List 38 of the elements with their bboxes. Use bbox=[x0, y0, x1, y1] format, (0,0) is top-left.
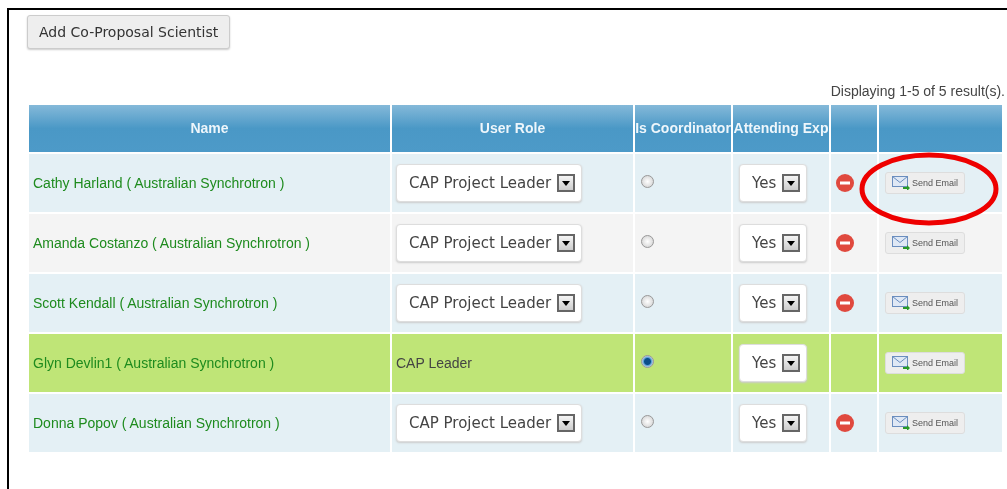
send-email-button[interactable]: Send Email bbox=[885, 352, 966, 374]
role-select[interactable]: CAP Project Leader bbox=[396, 224, 583, 262]
remove-icon[interactable] bbox=[836, 294, 854, 312]
role-select[interactable]: CAP Project Leader bbox=[396, 284, 583, 322]
role-text: CAP Leader bbox=[396, 355, 472, 371]
coordinator-radio[interactable] bbox=[641, 175, 654, 188]
column-header: User Role bbox=[391, 105, 634, 153]
scientist-name[interactable]: Cathy Harland ( Australian Synchrotron ) bbox=[33, 175, 285, 191]
envelope-icon bbox=[892, 416, 910, 430]
remove-icon[interactable] bbox=[836, 174, 854, 192]
scientist-name[interactable]: Donna Popov ( Australian Synchrotron ) bbox=[33, 415, 280, 431]
coordinator-radio[interactable] bbox=[641, 235, 654, 248]
result-count: Displaying 1-5 of 5 result(s). bbox=[830, 83, 1005, 99]
envelope-icon bbox=[892, 296, 910, 310]
role-select[interactable]: CAP Project Leader bbox=[396, 164, 583, 202]
add-scientist-button[interactable]: Add Co-Proposal Scientist bbox=[27, 15, 231, 49]
envelope-icon bbox=[892, 176, 910, 190]
scientist-name[interactable]: Scott Kendall ( Australian Synchrotron ) bbox=[33, 295, 278, 311]
coordinator-radio[interactable] bbox=[641, 295, 654, 308]
send-email-button[interactable]: Send Email bbox=[885, 232, 966, 254]
send-email-button[interactable]: Send Email bbox=[885, 412, 966, 434]
remove-icon[interactable] bbox=[836, 414, 854, 432]
column-header: Attending Exp bbox=[732, 105, 830, 153]
coordinator-radio[interactable] bbox=[641, 415, 654, 428]
send-email-button[interactable]: Send Email bbox=[885, 292, 966, 314]
attending-select[interactable]: Yes bbox=[739, 344, 808, 382]
coordinator-radio[interactable] bbox=[641, 355, 654, 368]
attending-select[interactable]: Yes bbox=[739, 164, 808, 202]
send-email-button[interactable]: Send Email bbox=[885, 172, 966, 194]
attending-select[interactable]: Yes bbox=[739, 404, 808, 442]
remove-icon[interactable] bbox=[836, 234, 854, 252]
envelope-icon bbox=[892, 356, 910, 370]
column-header: Is Coordinator bbox=[634, 105, 732, 153]
attending-select[interactable]: Yes bbox=[739, 224, 808, 262]
role-select[interactable]: CAP Project Leader bbox=[396, 404, 583, 442]
column-header: Name bbox=[28, 105, 391, 153]
attending-select[interactable]: Yes bbox=[739, 284, 808, 322]
envelope-icon bbox=[892, 236, 910, 250]
